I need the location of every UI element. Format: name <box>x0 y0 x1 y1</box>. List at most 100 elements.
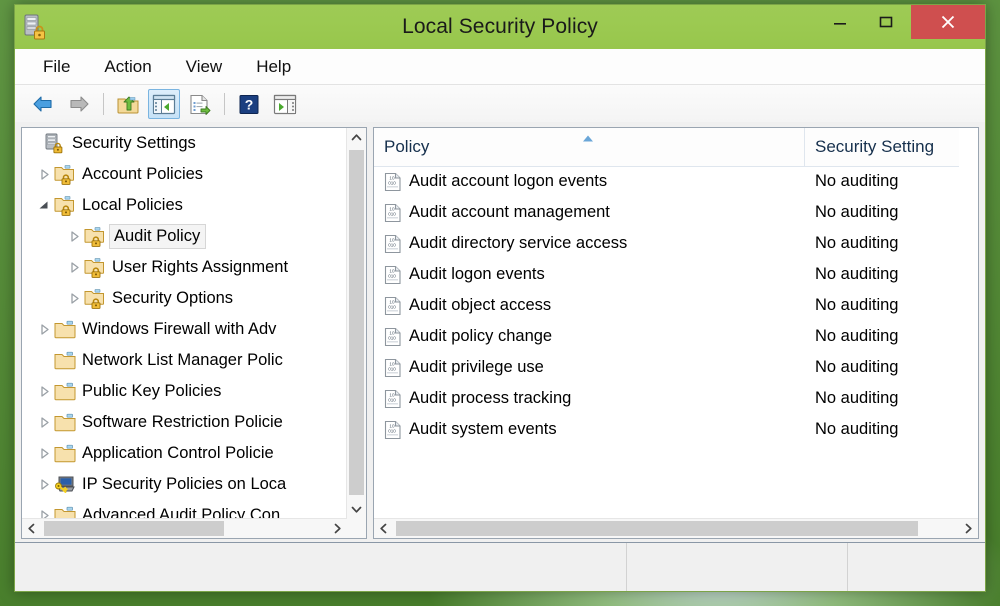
tree-item-user-rights-assignment[interactable]: User Rights Assignment <box>22 252 347 283</box>
chevron-right-icon[interactable] <box>34 314 54 345</box>
tree-horizontal-scrollbar[interactable] <box>22 518 347 538</box>
menu-action[interactable]: Action <box>92 54 163 80</box>
svg-text:010: 010 <box>388 428 396 433</box>
tree-horizontal-scrollbar-thumb[interactable] <box>44 521 224 536</box>
svg-text:010: 010 <box>388 211 396 216</box>
table-row[interactable]: 10 010 Audit system events No auditing <box>374 414 959 445</box>
chevron-right-icon[interactable] <box>64 283 84 314</box>
tree-vertical-scrollbar[interactable] <box>346 128 366 519</box>
policy-name-cell: 10 010 Audit account management <box>374 203 805 223</box>
tree-item-advanced-audit-policy-con[interactable]: Advanced Audit Policy Con <box>22 500 347 519</box>
tree-item-windows-firewall-with-adv[interactable]: Windows Firewall with Adv <box>22 314 347 345</box>
folder-icon <box>54 382 76 402</box>
table-row[interactable]: 10 010 Audit directory service access No au… <box>374 228 959 259</box>
tree-scroll-right-button[interactable] <box>328 519 347 538</box>
tree-item-account-policies[interactable]: Account Policies <box>22 159 347 190</box>
menu-help[interactable]: Help <box>244 54 303 80</box>
policy-document-icon: 10 010 <box>384 234 402 254</box>
chevron-right-icon[interactable] <box>64 221 84 252</box>
tree-item-label: IP Security Policies on Loca <box>82 475 287 493</box>
security-setting-cell: No auditing <box>815 172 899 190</box>
tree-item-local-policies[interactable]: Local Policies <box>22 190 347 221</box>
chevron-right-icon[interactable] <box>64 252 84 283</box>
twisty-placeholder <box>34 345 54 376</box>
svg-text:010: 010 <box>388 366 396 371</box>
menu-view[interactable]: View <box>174 54 235 80</box>
tree-item-software-restriction-policie[interactable]: Software Restriction Policie <box>22 407 347 438</box>
minimize-button[interactable] <box>817 5 863 39</box>
tree-item-audit-policy[interactable]: Audit Policy <box>22 221 347 252</box>
chevron-right-icon[interactable] <box>34 469 54 500</box>
list-scroll-right-button[interactable] <box>959 519 978 538</box>
policy-list-pane: Policy Security Setting 10 010 Audit accou… <box>373 127 979 539</box>
chevron-right-icon[interactable] <box>34 376 54 407</box>
close-button[interactable] <box>911 5 985 39</box>
policy-name-cell: 10 010 Audit privilege use <box>374 358 805 378</box>
show-console-tree-button[interactable] <box>148 89 180 119</box>
maximize-button[interactable] <box>863 5 909 39</box>
tree-item-security-settings[interactable]: Security Settings <box>22 128 347 159</box>
policy-name-label: Audit privilege use <box>409 358 544 376</box>
table-row[interactable]: 10 010 Audit account logon events No auditi… <box>374 166 959 197</box>
tree-item-application-control-policie[interactable]: Application Control Policie <box>22 438 347 469</box>
table-row[interactable]: 10 010 Audit policy change No auditing <box>374 321 959 352</box>
policy-name-cell: 10 010 Audit policy change <box>374 327 805 347</box>
security-setting-cell: No auditing <box>815 358 899 376</box>
tree-item-label: Audit Policy <box>108 224 207 249</box>
tree-item-ip-security-policies-on-loca[interactable]: IP Security Policies on Loca <box>22 469 347 500</box>
menu-file[interactable]: File <box>31 54 82 80</box>
status-bar-panel-3 <box>847 543 985 591</box>
chevron-right-icon[interactable] <box>34 500 54 519</box>
tree-item-public-key-policies[interactable]: Public Key Policies <box>22 376 347 407</box>
policy-name-cell: 10 010 Audit system events <box>374 420 805 440</box>
svg-text:?: ? <box>245 96 254 112</box>
up-one-level-button[interactable] <box>112 89 144 119</box>
column-header-security-setting[interactable]: Security Setting <box>805 128 959 166</box>
folder-icon <box>54 444 76 464</box>
table-row[interactable]: 10 010 Audit logon events No auditing <box>374 259 959 290</box>
policy-document-icon: 10 010 <box>384 265 402 285</box>
table-row[interactable]: 10 010 Audit account management No auditing <box>374 197 959 228</box>
folder-icon <box>54 506 76 519</box>
list-scroll-left-button[interactable] <box>374 519 393 538</box>
tree-scroll-up-button[interactable] <box>347 128 366 147</box>
folder-icon <box>54 351 76 371</box>
forward-button[interactable] <box>63 89 95 119</box>
policy-document-icon: 10 010 <box>384 389 402 409</box>
table-row[interactable]: 10 010 Audit object access No auditing <box>374 290 959 321</box>
show-action-pane-button[interactable] <box>269 89 301 119</box>
list-horizontal-scrollbar-thumb[interactable] <box>396 521 918 536</box>
tree-item-label: Network List Manager Polic <box>82 351 283 369</box>
policy-name-cell: 10 010 Audit process tracking <box>374 389 805 409</box>
security-setting-cell: No auditing <box>815 265 899 283</box>
policy-folder-icon <box>84 257 106 278</box>
back-button[interactable] <box>27 89 59 119</box>
policy-name-label: Audit account logon events <box>409 172 608 190</box>
tree-scroll-down-button[interactable] <box>347 500 366 519</box>
list-horizontal-scrollbar[interactable] <box>374 518 978 538</box>
chevron-right-icon[interactable] <box>34 159 54 190</box>
chevron-down-icon[interactable] <box>34 190 54 221</box>
title-bar[interactable]: Local Security Policy <box>15 5 985 49</box>
policy-document-icon: 10 010 <box>384 172 402 192</box>
chevron-right-icon[interactable] <box>34 407 54 438</box>
tree-item-security-options[interactable]: Security Options <box>22 283 347 314</box>
column-header-policy[interactable]: Policy <box>374 128 805 166</box>
local-security-policy-window: Local Security Policy File Action View H… <box>14 4 986 592</box>
tree-scroll-left-button[interactable] <box>22 519 41 538</box>
security-settings-icon <box>44 133 66 154</box>
table-row[interactable]: 10 010 Audit privilege use No auditing <box>374 352 959 383</box>
svg-text:010: 010 <box>388 242 396 247</box>
chevron-right-icon[interactable] <box>34 438 54 469</box>
security-setting-cell: No auditing <box>815 327 899 345</box>
tree-item-network-list-manager-polic[interactable]: Network List Manager Polic <box>22 345 347 376</box>
status-bar <box>15 542 985 591</box>
export-list-button[interactable] <box>184 89 216 119</box>
list-vertical-scrollbar[interactable] <box>959 128 978 519</box>
menu-bar: File Action View Help <box>15 49 985 85</box>
help-button[interactable]: ? <box>233 89 265 119</box>
table-row[interactable]: 10 010 Audit process tracking No auditing <box>374 383 959 414</box>
policy-folder-icon <box>54 164 76 185</box>
tree-vertical-scrollbar-thumb[interactable] <box>349 150 364 495</box>
status-bar-panel-1 <box>15 543 626 591</box>
